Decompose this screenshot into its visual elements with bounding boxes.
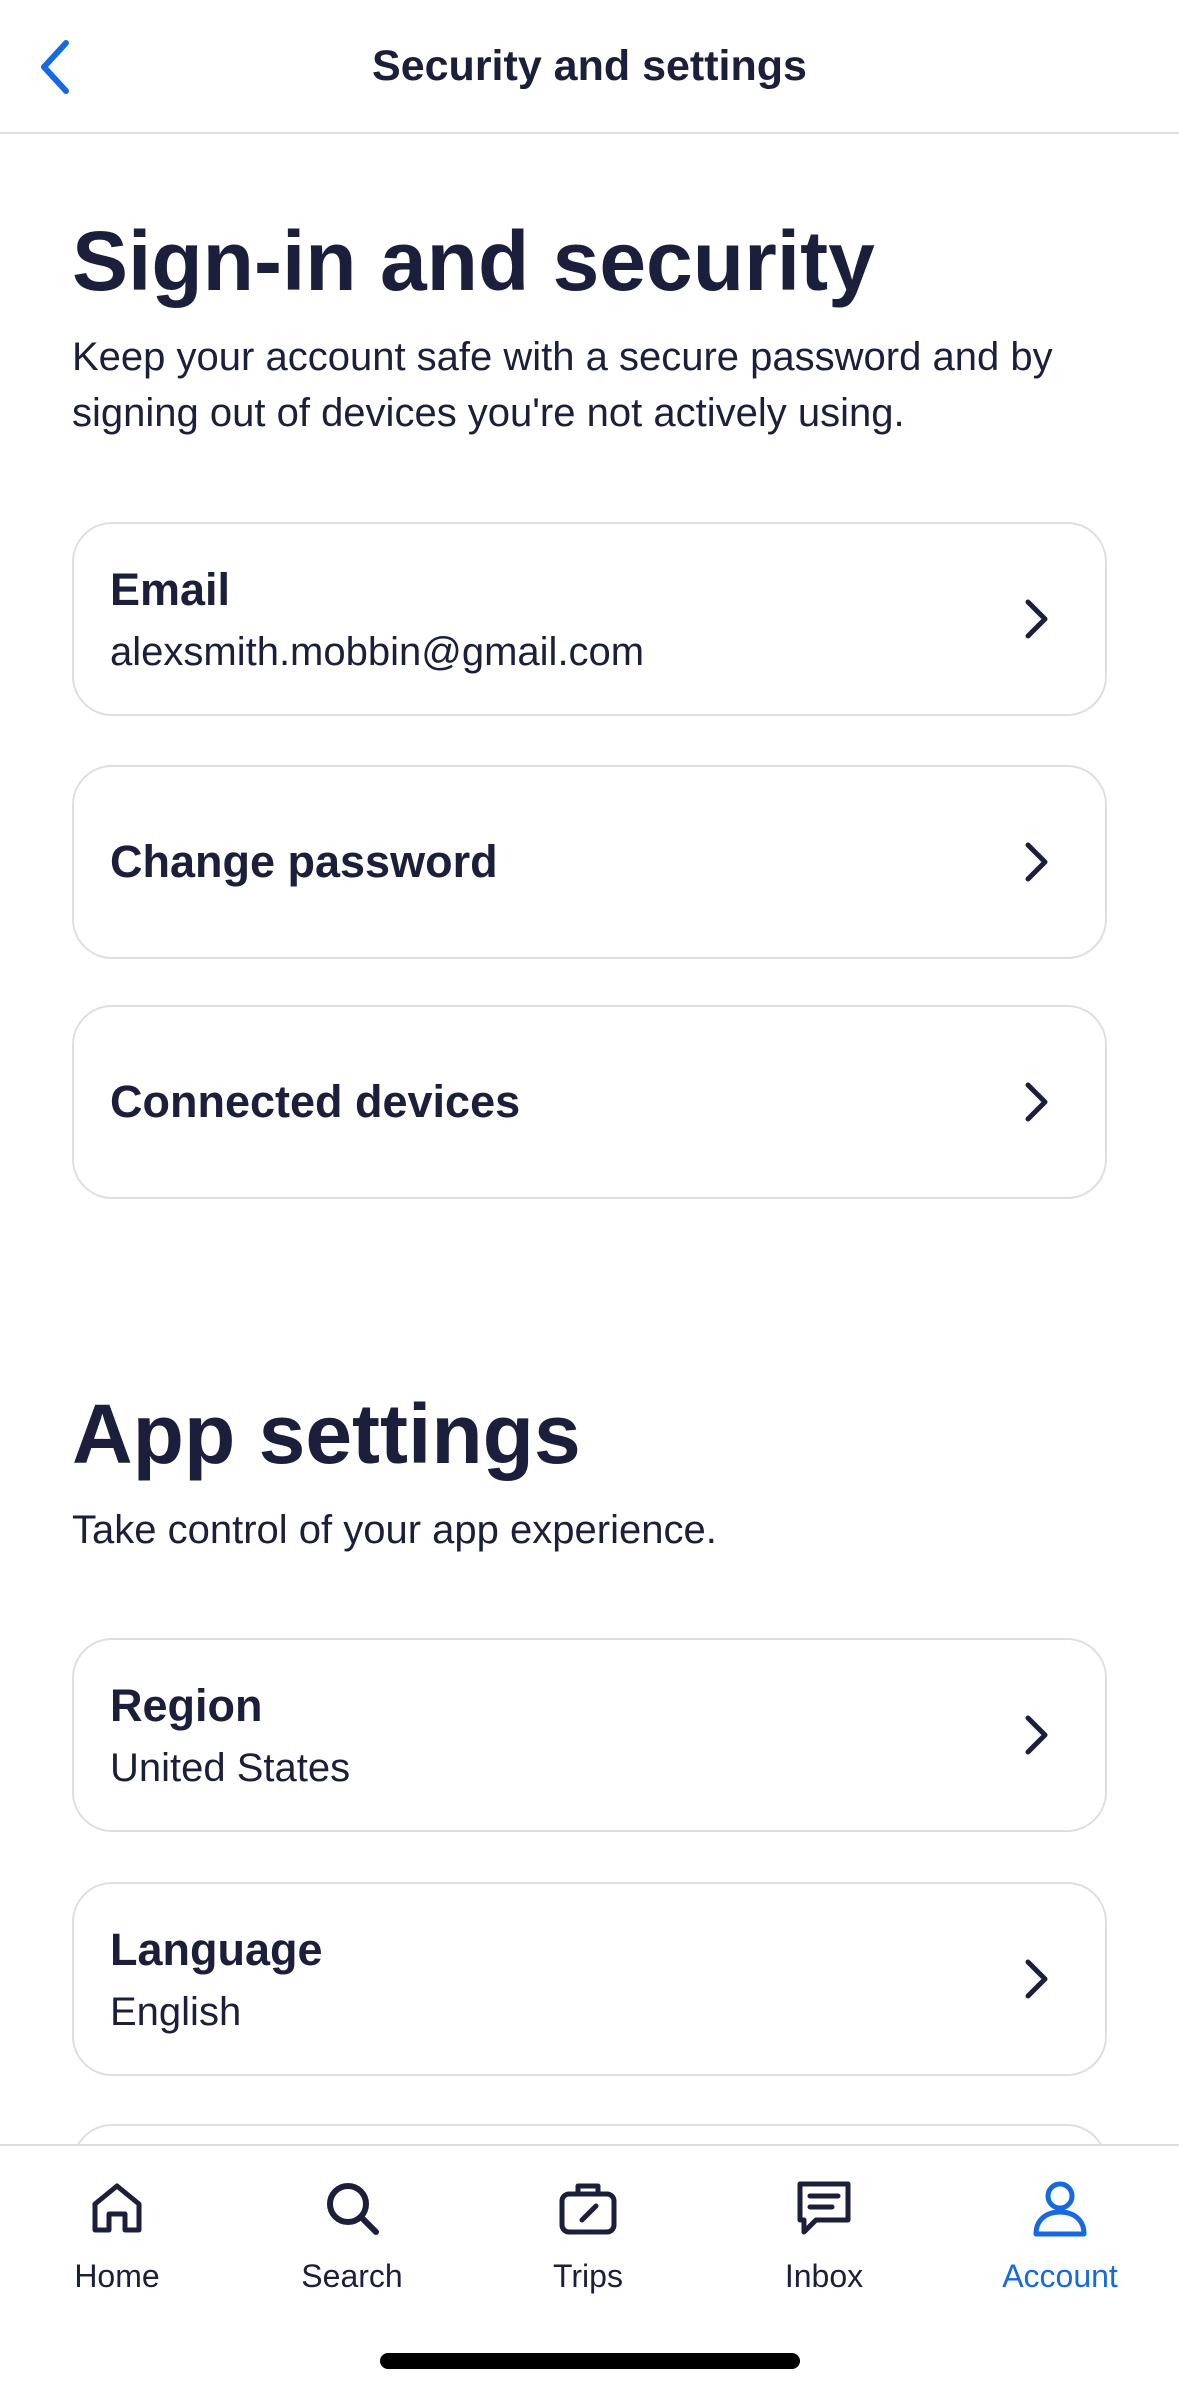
message-icon (797, 2181, 851, 2235)
language-label: Language (110, 1923, 323, 1975)
section-description-signin: Keep your account safe with a secure pas… (72, 335, 1053, 436)
region-value: United States (110, 1745, 351, 1790)
chevron-right-icon (1025, 1715, 1048, 1755)
tab-trips-label: Trips (553, 2258, 623, 2294)
section-title-signin: Sign-in and security (72, 214, 875, 308)
app-settings-section: App settings Take control of your app ex… (72, 1388, 1107, 1558)
tab-inbox[interactable]: Inbox (724, 2176, 924, 2316)
home-indicator (380, 2353, 800, 2369)
suitcase-icon (559, 2183, 617, 2235)
chevron-right-icon (1025, 599, 1048, 639)
back-button[interactable] (22, 32, 86, 102)
change-password-label: Change password (110, 836, 498, 887)
section-title-app-settings: App settings (72, 1387, 581, 1481)
region-row[interactable]: Region United States (72, 1638, 1107, 1832)
chevron-right-icon (1025, 842, 1048, 882)
user-icon (1033, 2181, 1087, 2237)
home-icon (92, 2183, 142, 2233)
tab-search-label: Search (301, 2258, 403, 2294)
section-description-app-settings: Take control of your app experience. (72, 1508, 717, 1553)
chevron-right-icon (1025, 1959, 1048, 1999)
tab-search[interactable]: Search (252, 2176, 452, 2316)
tab-home[interactable]: Home (17, 2176, 217, 2316)
email-label: Email (110, 563, 231, 615)
page-title: Security and settings (372, 41, 807, 90)
tab-account[interactable]: Account (960, 2176, 1160, 2316)
search-icon (327, 2183, 379, 2235)
language-row[interactable]: Language English (72, 1882, 1107, 2076)
chevron-left-icon (41, 40, 69, 94)
email-value: alexsmith.mobbin@gmail.com (110, 629, 645, 674)
chevron-right-icon (1025, 1082, 1048, 1122)
top-nav-bar: Security and settings (0, 0, 1179, 134)
region-label: Region (110, 1679, 263, 1731)
connected-devices-label: Connected devices (110, 1076, 521, 1127)
tab-home-label: Home (74, 2258, 160, 2294)
change-password-row[interactable]: Change password (72, 765, 1107, 959)
signin-section: Sign-in and security Keep your account s… (72, 215, 1107, 441)
connected-devices-row[interactable]: Connected devices (72, 1005, 1107, 1199)
tab-account-label: Account (1002, 2258, 1118, 2294)
language-value: English (110, 1989, 242, 2034)
email-row[interactable]: Email alexsmith.mobbin@gmail.com (72, 522, 1107, 716)
tab-trips[interactable]: Trips (488, 2176, 688, 2316)
tab-inbox-label: Inbox (784, 2258, 864, 2294)
